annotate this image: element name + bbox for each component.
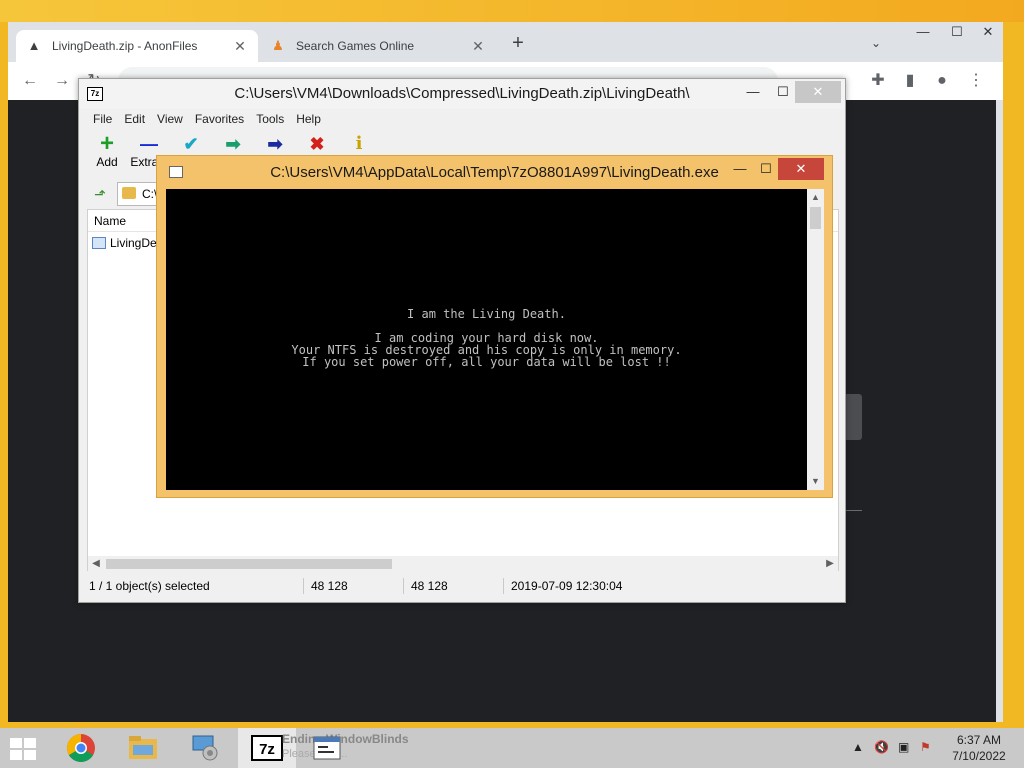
show-hidden-icons[interactable]: ▲ <box>852 740 864 754</box>
up-folder-icon[interactable]: ⬏ <box>89 183 111 205</box>
taskbar-console[interactable] <box>298 728 356 768</box>
console-titlebar: C:\Users\VM4\AppData\Local\Temp\7zO8801A… <box>157 156 832 188</box>
tab-title: Search Games Online <box>296 39 415 53</box>
side-panel-icon[interactable]: ▮ <box>900 71 920 91</box>
status-date: 2019-07-09 12:30:04 <box>511 579 623 593</box>
scrollbar-thumb[interactable] <box>810 207 821 229</box>
scroll-left-icon[interactable]: ◀ <box>88 556 104 572</box>
scroll-up-icon[interactable]: ▲ <box>807 189 824 205</box>
menu-bar: File Edit View Favorites Tools Help <box>87 109 327 129</box>
divider <box>403 578 404 594</box>
desktop-background <box>0 0 1024 22</box>
vertical-scrollbar[interactable]: ▲ ▼ <box>807 189 824 490</box>
folder-icon <box>122 187 136 199</box>
move-icon: ➡ <box>267 134 283 154</box>
menu-edit[interactable]: Edit <box>118 109 151 129</box>
exe-file-icon <box>92 237 106 249</box>
chrome-icon <box>67 734 95 762</box>
tab-title: LivingDeath.zip - AnonFiles <box>52 39 198 53</box>
minimize-button[interactable]: — <box>906 22 940 42</box>
extract-icon: — <box>140 134 158 154</box>
add-label: Add <box>96 155 118 169</box>
divider <box>844 510 862 511</box>
volume-muted-icon[interactable]: 🔇 <box>874 740 889 754</box>
console-app-icon <box>313 736 341 760</box>
horizontal-scrollbar[interactable]: ◀ ▶ <box>88 556 838 572</box>
minimize-button[interactable]: — <box>737 81 769 103</box>
close-tab-icon[interactable]: ✕ <box>232 38 248 54</box>
back-icon[interactable]: ← <box>20 71 40 91</box>
console-line: If you set power off, all your data will… <box>302 355 671 369</box>
status-size: 48 128 <box>311 579 348 593</box>
scroll-down-icon[interactable]: ▼ <box>807 473 824 489</box>
divider <box>503 578 504 594</box>
copy-icon: ➡ <box>225 134 241 154</box>
status-bar: 1 / 1 object(s) selected 48 128 48 128 2… <box>87 575 839 597</box>
profile-icon[interactable]: ● <box>932 71 952 91</box>
tab-anonfiles[interactable]: ▲ LivingDeath.zip - AnonFiles ✕ <box>16 30 258 62</box>
menu-file[interactable]: File <box>87 109 118 129</box>
scroll-right-icon[interactable]: ▶ <box>822 556 838 572</box>
tab-search-games[interactable]: ♟ Search Games Online ✕ <box>260 30 496 62</box>
menu-tools[interactable]: Tools <box>250 109 290 129</box>
action-center-icon[interactable]: ⚑ <box>920 740 931 754</box>
scrollbar-thumb[interactable] <box>106 559 392 569</box>
test-icon: ✔ <box>183 134 199 154</box>
status-selected: 1 / 1 object(s) selected <box>89 579 210 593</box>
menu-view[interactable]: View <box>151 109 189 129</box>
control-panel-icon <box>192 735 218 761</box>
forward-icon[interactable]: → <box>52 71 72 91</box>
add-button[interactable]: + Add <box>87 130 127 177</box>
console-window: C:\Users\VM4\AppData\Local\Temp\7zO8801A… <box>156 155 833 498</box>
maximize-button[interactable]: ☐ <box>751 158 781 180</box>
sevenzip-titlebar: 7z C:\Users\VM4\Downloads\Compressed\Liv… <box>79 79 845 109</box>
clock-time: 6:37 AM <box>956 733 1002 747</box>
taskbar: 7z Ending WindowBlinds Please wait... ▲ … <box>0 728 1024 768</box>
system-clock[interactable]: 6:37 AM 7/10/2022 <box>944 732 1014 764</box>
divider <box>303 578 304 594</box>
extensions-icon[interactable]: ✚ <box>868 71 888 91</box>
windows-start-icon[interactable] <box>10 738 38 760</box>
new-tab-button[interactable]: + <box>508 33 528 54</box>
clock-date: 7/10/2022 <box>952 749 1006 763</box>
menu-favorites[interactable]: Favorites <box>189 109 250 129</box>
close-button[interactable]: ✕ <box>795 81 841 103</box>
close-button[interactable]: ✕ <box>778 158 824 180</box>
console-output: I am the Living Death. I am coding your … <box>166 189 807 490</box>
taskbar-file-explorer[interactable] <box>114 728 172 768</box>
menu-icon[interactable]: ⋮ <box>966 71 986 91</box>
anonfiles-icon: ▲ <box>27 38 41 53</box>
sevenzip-icon: 7z <box>251 735 283 761</box>
network-icon[interactable]: ▣ <box>898 740 909 754</box>
close-button[interactable]: ✕ <box>974 22 1002 42</box>
chevron-down-icon[interactable]: ⌄ <box>868 36 884 52</box>
games-icon: ♟ <box>272 38 284 53</box>
console-line: I am the Living Death. <box>407 307 566 321</box>
window-title: C:\Users\VM4\Downloads\Compressed\Living… <box>234 85 690 102</box>
add-icon: + <box>99 130 114 157</box>
menu-help[interactable]: Help <box>290 109 327 129</box>
svg-text:7z: 7z <box>259 741 275 758</box>
maximize-button[interactable]: ☐ <box>940 22 974 42</box>
status-packed: 48 128 <box>411 579 448 593</box>
delete-icon: ✖ <box>309 134 325 154</box>
close-tab-icon[interactable]: ✕ <box>470 38 486 54</box>
tab-strip: ▲ LivingDeath.zip - AnonFiles ✕ ♟ Search… <box>8 22 1003 62</box>
info-icon: i <box>355 133 363 154</box>
folder-icon <box>129 736 157 759</box>
taskbar-chrome[interactable] <box>52 728 110 768</box>
taskbar-control-panel[interactable] <box>176 728 234 768</box>
